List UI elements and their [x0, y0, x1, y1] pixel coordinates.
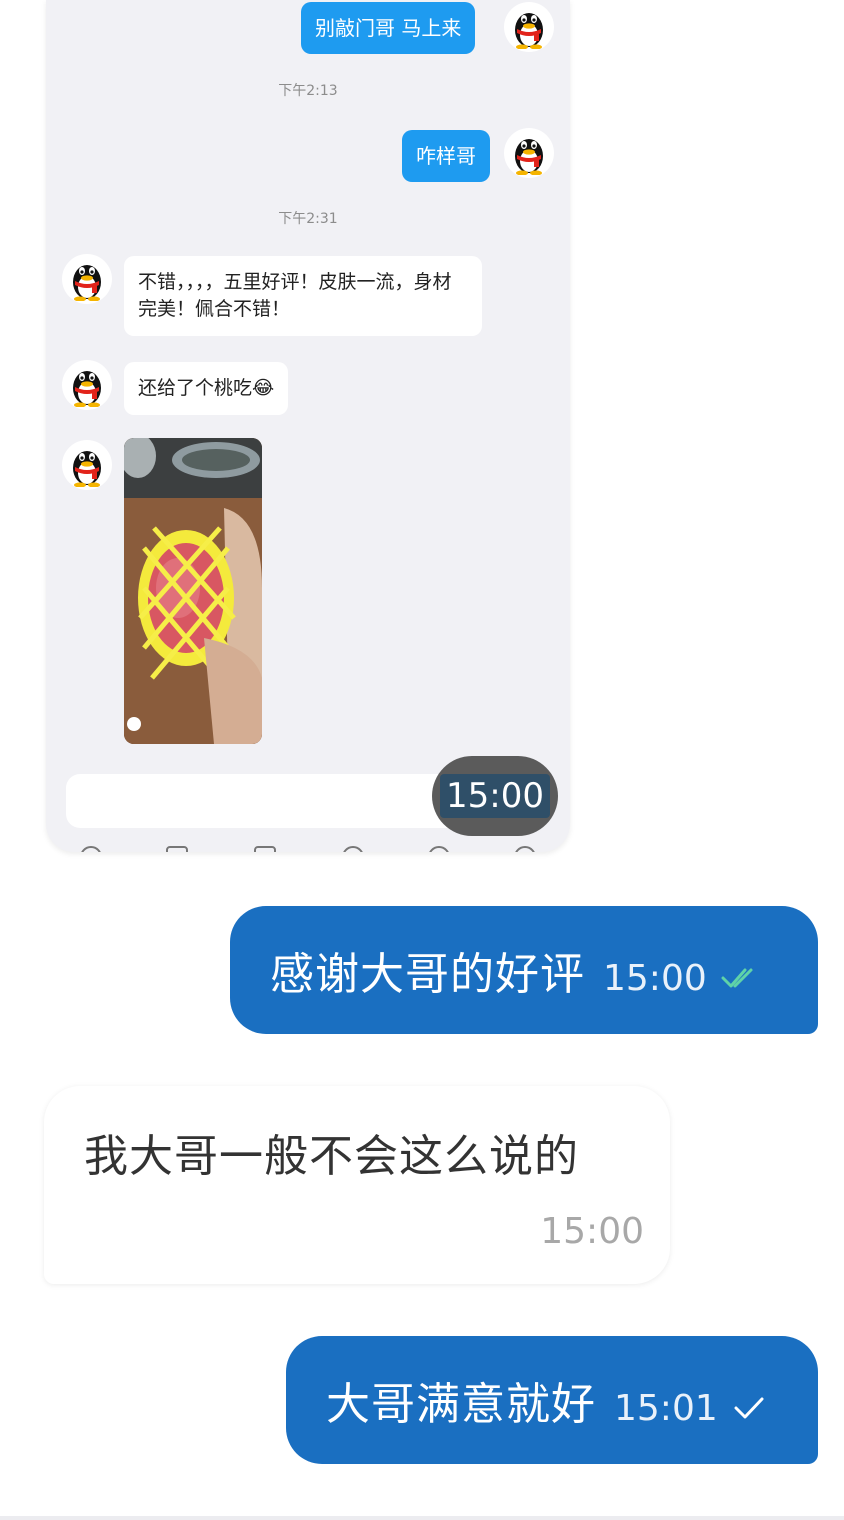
qq-toolbar [46, 838, 570, 852]
qq-penguin-avatar-icon [62, 254, 112, 304]
check-icon [734, 1397, 764, 1419]
qq-message-incoming: 不错，，，，五里好评！皮肤一流，身材完美！佩合不错！ [124, 256, 482, 336]
qq-message-incoming: 还给了个桃吃😂 [124, 362, 289, 415]
overlay-time-text: 15:00 [440, 774, 550, 818]
message-outgoing[interactable]: 大哥满意就好 15:01 [286, 1336, 818, 1464]
video-timestamp-overlay: 15:00 [432, 756, 558, 836]
qq-message-text: 还给了个桃吃😂 [138, 377, 275, 399]
qq-penguin-avatar-icon [504, 128, 554, 178]
message-incoming[interactable]: 我大哥一般不会这么说的 15:00 [44, 1086, 670, 1284]
qq-penguin-avatar-icon [62, 440, 112, 490]
message-time: 15:00 [603, 957, 707, 999]
double-check-icon [721, 968, 753, 988]
message-time: 15:01 [614, 1387, 718, 1429]
embedded-chat-screenshot: 别敲门哥 马上来 下午2:13 咋样哥 下午2:31 不错，，，，五里好评！皮肤… [46, 0, 570, 852]
peach-photo [124, 438, 262, 744]
voice-icon[interactable] [80, 846, 102, 852]
message-outgoing[interactable]: 感谢大哥的好评 15:00 [230, 906, 818, 1034]
qq-message-outgoing: 别敲门哥 马上来 [301, 2, 476, 54]
emoji-icon[interactable] [428, 846, 450, 852]
qq-timestamp: 下午2:13 [278, 83, 338, 99]
qq-penguin-avatar-icon [62, 360, 112, 410]
camera-icon[interactable] [254, 846, 276, 852]
image-icon[interactable] [166, 846, 188, 852]
more-icon[interactable] [514, 846, 536, 852]
red-packet-icon[interactable] [342, 846, 364, 852]
message-text: 大哥满意就好 [326, 1379, 596, 1430]
message-time: 15:00 [540, 1211, 644, 1252]
message-text: 感谢大哥的好评 [270, 949, 585, 1000]
qq-message-text: 别敲门哥 马上来 [315, 16, 462, 40]
qq-penguin-avatar-icon [504, 2, 554, 52]
qq-message-text: 咋样哥 [416, 144, 476, 168]
message-text: 我大哥一般不会这么说的 [84, 1131, 579, 1182]
qq-message-outgoing: 咋样哥 [402, 130, 490, 182]
divider [0, 1516, 844, 1520]
qq-message-text: 不错，，，，五里好评！皮肤一流，身材完美！佩合不错！ [138, 271, 452, 320]
qq-timestamp: 下午2:31 [278, 211, 338, 227]
